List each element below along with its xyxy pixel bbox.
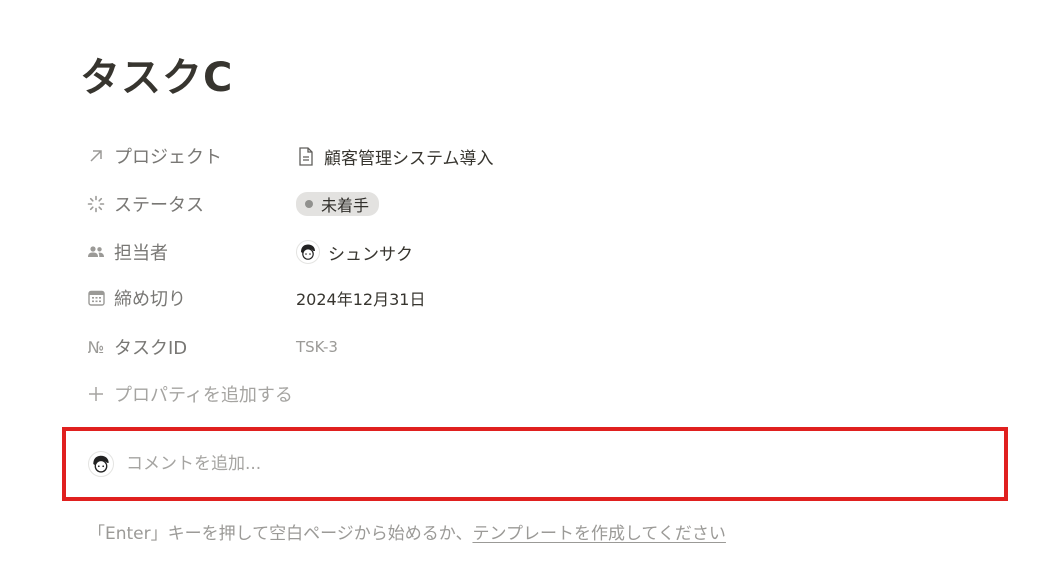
comment-avatar xyxy=(88,451,114,477)
project-link[interactable]: 顧客管理システム導入 xyxy=(324,144,494,169)
property-value-status[interactable]: 未着手 xyxy=(296,192,380,216)
comment-box[interactable] xyxy=(62,427,1008,501)
property-label: 締め切り xyxy=(114,289,186,310)
comment-input[interactable] xyxy=(126,454,946,474)
assignee-name: シュンサク xyxy=(328,244,413,265)
status-spinner-icon xyxy=(86,194,106,214)
property-name-task-id[interactable]: № タスクID xyxy=(80,334,296,360)
hint-text: 「Enter」キーを押して空白ページから始めるか、 xyxy=(88,524,473,544)
calendar-icon xyxy=(86,288,106,308)
property-label: 担当者 xyxy=(114,243,168,264)
property-row-assignee[interactable]: 担当者 シュンサク xyxy=(80,235,780,269)
add-property-label: プロパティを追加する xyxy=(114,385,293,406)
property-value-assignee[interactable]: シュンサク xyxy=(296,240,413,265)
document-icon xyxy=(296,146,316,166)
people-icon xyxy=(86,242,106,262)
property-name-project[interactable]: プロジェクト xyxy=(80,143,296,169)
page-title[interactable]: タスクC xyxy=(80,50,233,106)
status-dot-icon xyxy=(305,200,313,208)
property-value-deadline[interactable]: 2024年12月31日 xyxy=(296,286,425,310)
number-icon: № xyxy=(87,337,105,357)
add-property-button[interactable]: プロパティを追加する xyxy=(80,377,293,411)
avatar xyxy=(296,240,320,264)
empty-page-hint: 「Enter」キーを押して空白ページから始めるか、テンプレートを作成してください xyxy=(88,519,726,544)
property-name-status[interactable]: ステータス xyxy=(80,191,296,217)
property-name-deadline[interactable]: 締め切り xyxy=(80,285,296,311)
deadline-date: 2024年12月31日 xyxy=(296,290,426,309)
arrow-up-right-icon xyxy=(86,146,106,166)
plus-icon xyxy=(86,384,106,404)
property-value-project[interactable]: 顧客管理システム導入 xyxy=(296,144,494,169)
property-row-project[interactable]: プロジェクト 顧客管理システム導入 xyxy=(80,139,780,173)
property-value-task-id[interactable]: TSK-3 xyxy=(296,338,338,356)
property-label: プロジェクト xyxy=(114,147,222,168)
property-name-assignee[interactable]: 担当者 xyxy=(80,239,296,265)
status-label: 未着手 xyxy=(321,196,370,215)
property-label: タスクID xyxy=(114,338,188,359)
create-template-link[interactable]: テンプレートを作成してください xyxy=(472,524,725,544)
status-badge[interactable]: 未着手 xyxy=(296,192,380,216)
property-label: ステータス xyxy=(114,195,204,216)
task-id-value: TSK-3 xyxy=(296,338,338,356)
property-row-status[interactable]: ステータス 未着手 xyxy=(80,187,780,221)
property-row-task-id[interactable]: № タスクID TSK-3 xyxy=(80,330,780,364)
property-row-deadline[interactable]: 締め切り 2024年12月31日 xyxy=(80,281,780,315)
